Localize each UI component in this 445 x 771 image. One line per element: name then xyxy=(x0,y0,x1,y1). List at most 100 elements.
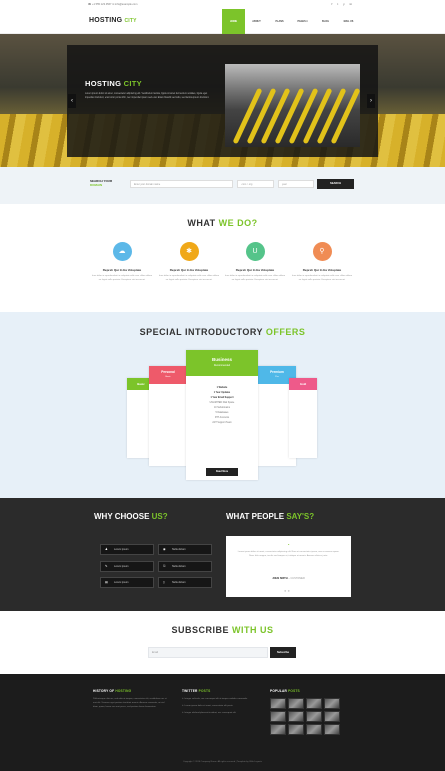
quote-icon: ❝ xyxy=(287,543,290,547)
nav-item-pages[interactable]: PAGES ▾ xyxy=(291,9,314,34)
why-item: ⚿ Nulla dictum xyxy=(158,561,212,572)
feature-card: ✱ Repreh Qui In Ea Voluptate Irure dolor… xyxy=(158,242,220,282)
why-heading: WHY CHOOSE US? xyxy=(94,512,168,521)
what-heading: WHAT WE DO? xyxy=(187,218,258,228)
plan-header: Personal Basic xyxy=(149,366,187,384)
pricing-plan-left: Personal Basic xyxy=(149,366,187,466)
gallery-thumb[interactable] xyxy=(288,711,304,722)
why-item: ◉ Nulla dictum xyxy=(158,544,212,555)
why-item: ✎ Lorem ipsum xyxy=(100,561,154,572)
feature-card: ☁ Repreh Qui In Ea Voluptate Irure dolor… xyxy=(91,242,153,282)
gallery-thumb[interactable] xyxy=(324,711,340,722)
subscribe-section: SUBSCRIBE WITH US Email Subscribe xyxy=(0,611,445,674)
feature-title: Repreh Qui In Ea Voluptate xyxy=(102,268,142,272)
testimonial-text: Lorem ipsum dolor sit amet, consectetur … xyxy=(237,551,340,557)
domain-search-bar: SEARCH YOUR DOMAIN Enter your domain name… xyxy=(0,167,445,204)
pricing-plan-featured: Business Recommended 1 Website 1 Year Upd… xyxy=(186,350,258,480)
gallery-thumb[interactable] xyxy=(324,724,340,735)
gallery-thumb[interactable] xyxy=(288,698,304,709)
gear-icon: ✱ xyxy=(179,242,199,261)
copyright: Copyright © 2016 Company Name. All right… xyxy=(183,761,262,763)
nav-item-about[interactable]: ABOUT xyxy=(245,9,268,34)
lock-icon: ⚿ xyxy=(163,564,166,568)
feature-title: Repreh Qui In Ea Voluptate xyxy=(169,268,209,272)
gallery-thumb[interactable] xyxy=(270,698,286,709)
subscribe-button[interactable]: Subscribe xyxy=(270,647,296,658)
search-button[interactable]: SEARCH xyxy=(317,179,354,189)
carousel-dots[interactable]: ● ● xyxy=(284,588,290,593)
facebook-icon[interactable]: f xyxy=(331,2,332,6)
why-item: ▯ Nulla dictum xyxy=(158,577,212,588)
gallery-thumb[interactable] xyxy=(324,698,340,709)
user-icon: ♟ xyxy=(105,547,108,551)
footer-history: HISTORY OF HOSTING Pellentesque ultrices… xyxy=(93,689,168,709)
read-more-button[interactable]: Read More xyxy=(206,468,238,476)
gallery-thumb[interactable] xyxy=(306,698,322,709)
feature-card: ⚲ Repreh Qui In Ea Voluptate Irure dolor… xyxy=(291,242,353,282)
hero-slider: HOSTING CITY Lorem ipsum dolor sit amet,… xyxy=(0,34,445,167)
period-select[interactable]: year xyxy=(278,180,314,188)
chat-icon: ✎ xyxy=(105,564,108,568)
tld-select[interactable]: .com / .org xyxy=(237,180,274,188)
gallery-thumb[interactable] xyxy=(270,711,286,722)
footer-heading: TWITTER POSTS xyxy=(182,689,211,693)
domain-input[interactable]: Enter your domain name xyxy=(130,180,233,188)
feature-desc: Irure dolor in reprehenderit in voluptat… xyxy=(91,275,153,281)
popular-gallery xyxy=(270,698,340,735)
gallery-thumb[interactable] xyxy=(288,724,304,735)
slider-next-button[interactable]: › xyxy=(367,94,375,108)
plan-name: Gold xyxy=(289,378,317,390)
footer-popular: POPULAR POSTS xyxy=(270,689,340,735)
domain-search-label: SEARCH YOUR DOMAIN xyxy=(90,179,113,187)
hero-description: Lorem ipsum dolor sit amet, consectetur … xyxy=(85,93,210,99)
hero-title: HOSTING CITY xyxy=(85,79,142,88)
why-item: ▤ Lorem ipsum xyxy=(100,577,154,588)
contact-info: ☎ +1 555 123 4567 ✉ info@example.com xyxy=(88,2,138,6)
feature-card: U Repreh Qui In Ea Voluptate Irure dolor… xyxy=(224,242,286,282)
testimonial-card: ❝ Lorem ipsum dolor sit amet, consectetu… xyxy=(226,536,351,597)
nav-item-mail-us[interactable]: MAIL US xyxy=(337,9,360,34)
plan-features: 1 Website 1 Year Updates 1 Year Email Su… xyxy=(186,376,258,426)
feature-desc: Irure dolor in reprehenderit in voluptat… xyxy=(224,275,286,281)
feature-title: Repreh Qui In Ea Voluptate xyxy=(302,268,342,272)
top-bar: ☎ +1 555 123 4567 ✉ info@example.com f t… xyxy=(0,0,445,9)
main-navbar: HOSTING CITY HOME ABOUT PLANS PAGES ▾ BL… xyxy=(0,9,445,34)
tweet: ✦ Integer eleifend placerat tincidunt, n… xyxy=(182,711,237,714)
tweet: ✦ Lorem ipsum dolor sit amet, consectetu… xyxy=(182,704,234,707)
linkedin-icon[interactable]: in xyxy=(350,2,352,6)
nav-menu: HOME ABOUT PLANS PAGES ▾ BLOG MAIL US xyxy=(222,9,360,34)
gallery-thumb[interactable] xyxy=(306,724,322,735)
globe-icon: ◉ xyxy=(163,547,166,551)
youtube-icon[interactable]: y xyxy=(343,2,345,6)
why-item: ♟ Lorem ipsum xyxy=(100,544,154,555)
pricing-plan-far-right: Gold xyxy=(289,378,317,458)
what-we-do-section: WHAT WE DO? ☁ Repreh Qui In Ea Voluptate… xyxy=(0,204,445,312)
social-links: f t y in xyxy=(331,2,352,6)
email-field[interactable]: Email xyxy=(148,647,268,658)
footer-heading: HISTORY OF HOSTING xyxy=(93,689,132,693)
mobile-icon: ▯ xyxy=(163,580,165,584)
magnet-icon: U xyxy=(245,242,265,261)
testimonial-author: JOHN SMITH ~ CUSTOMER xyxy=(272,577,305,580)
nav-item-blog[interactable]: BLOG xyxy=(314,9,337,34)
hero-slide-panel: HOSTING CITY Lorem ipsum dolor sit amet,… xyxy=(67,45,378,157)
testimonials-heading: WHAT PEOPLE SAY'S? xyxy=(226,512,315,521)
site-logo[interactable]: HOSTING CITY xyxy=(89,17,137,24)
twitter-icon[interactable]: t xyxy=(337,2,338,6)
plan-feature: 24/7 Support Team xyxy=(212,422,232,424)
feature-title: Repreh Qui In Ea Voluptate xyxy=(235,268,275,272)
why-choose-section: WHY CHOOSE US? WHAT PEOPLE SAY'S? ♟ Lorem… xyxy=(0,498,445,611)
nav-item-home[interactable]: HOME xyxy=(222,9,245,34)
gallery-thumb[interactable] xyxy=(270,724,286,735)
sitemap-icon: ⚲ xyxy=(312,242,332,261)
server-icon: ▤ xyxy=(105,580,108,584)
subscribe-heading: SUBSCRIBE WITH US xyxy=(171,625,274,635)
slider-prev-button[interactable]: ‹ xyxy=(68,94,76,108)
footer-heading: POPULAR POSTS xyxy=(270,689,300,693)
cloud-icon: ☁ xyxy=(112,242,132,261)
tweet: ✦ Integer vehicula, nec consequat elit u… xyxy=(182,698,248,700)
nav-item-plans[interactable]: PLANS xyxy=(268,9,291,34)
gallery-thumb[interactable] xyxy=(306,711,322,722)
footer-history-text: Pellentesque ultrices, sed odio ut tempo… xyxy=(93,698,167,708)
footer-twitter: TWITTER POSTS ✦ Integer vehicula, nec co… xyxy=(182,689,254,715)
